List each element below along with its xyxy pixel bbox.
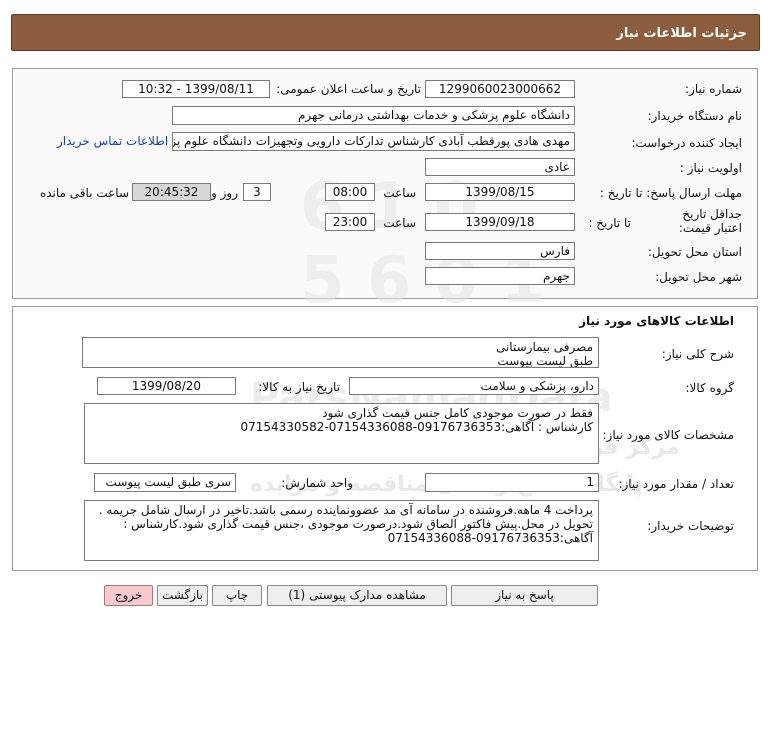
remaining-time-label: ساعت باقی مانده	[39, 186, 129, 200]
reply-button[interactable]: پاسخ به نیاز	[451, 585, 598, 606]
announce-datetime-label: تاریخ و ساعت اعلان عمومی:	[276, 82, 421, 96]
general-desc-line2: طبق لیست پیوست	[497, 354, 593, 368]
goods-group-label: گروه کالا:	[685, 381, 735, 395]
specs-line1: فقط در صورت موجودی کامل جنس قیمت گذاری ش…	[322, 406, 593, 420]
province-field: فارس	[425, 242, 575, 260]
price-validity-label: جداقل تاریخ اعتبار قیمت:	[678, 207, 742, 235]
view-attachments-button[interactable]: مشاهده مدارک پیوستی (1)	[267, 585, 447, 606]
price-validity-date-field: 1399/09/18	[425, 213, 575, 231]
buyer-notes-line2: تحویل در محل.پیش فاکتور الصاق شود.درصورت…	[123, 517, 593, 531]
buyer-notes-line1: پرداخت 4 ماهه.فروشنده در سامانه آی مد عض…	[98, 503, 593, 517]
requester-field: مهدی هادی پورقطب آبادی کارشناس تدارکات د…	[172, 132, 575, 151]
city-field: جهرم	[425, 267, 575, 285]
need-date-field: 1399/08/20	[97, 377, 236, 395]
requester-label: ایجاد کننده درخواست:	[631, 136, 742, 150]
reply-time-field: 08:00	[325, 183, 375, 201]
page-title: جزئیات اطلاعات نیاز	[616, 26, 747, 41]
buyer-org-field: دانشگاه علوم پزشکی و خدمات بهداشتی درمان…	[172, 106, 575, 125]
city-label: شهر محل تحویل:	[655, 270, 742, 284]
priority-field: عادی	[425, 158, 575, 176]
buyer-notes-label: توضیحات خریدار:	[647, 519, 734, 533]
quantity-label: تعداد / مقدار مورد نیاز:	[618, 477, 734, 491]
announce-datetime-field: 1399/08/11 - 10:32	[122, 80, 270, 98]
general-desc-label: شرح کلی نیاز:	[661, 347, 734, 361]
reply-date-field: 1399/08/15	[425, 183, 575, 201]
days-label: روز و	[211, 186, 238, 200]
reply-deadline-label: مهلت ارسال پاسخ: تا تاریخ :	[599, 186, 742, 200]
buyer-org-label: نام دستگاه خریدار:	[647, 109, 743, 123]
province-label: استان محل تحویل:	[647, 245, 742, 259]
goods-group-field: دارو، پزشکی و سلامت	[349, 377, 599, 395]
need-info-panel	[12, 68, 758, 299]
specs-label: مشخصات کالای مورد نیاز:	[602, 428, 734, 442]
page-header: جزئیات اطلاعات نیاز	[11, 14, 760, 51]
quantity-field: 1	[425, 473, 599, 492]
exit-button[interactable]: خروج	[104, 585, 153, 606]
remaining-time-field: 20:45:32	[132, 183, 211, 201]
unit-field: سری طبق لیست پیوست	[94, 473, 236, 492]
need-date-label: تاریخ نیاز به کالا:	[258, 380, 340, 394]
reply-time-label: ساعت	[383, 186, 416, 200]
need-number-field: 1299060023000662	[425, 80, 575, 98]
back-button[interactable]: بازگشت	[157, 585, 208, 606]
goods-section-title: اطلاعات کالاهای مورد نیاز	[579, 314, 734, 328]
remaining-days-field: 3	[243, 183, 271, 201]
general-desc-field: مصرفی بیمارستانی طبق لیست پیوست	[82, 337, 599, 368]
specs-line2: کارشناس : آگاهی:09176736353-07154336088-…	[240, 420, 593, 434]
price-validity-time-label: ساعت	[383, 216, 416, 230]
buyer-contact-link[interactable]: اطلاعات تماس خریدار	[57, 134, 168, 148]
print-button[interactable]: چاپ	[212, 585, 262, 606]
need-number-label: شماره نیاز:	[685, 82, 742, 96]
specs-field: فقط در صورت موجودی کامل جنس قیمت گذاری ش…	[84, 403, 599, 464]
priority-label: اولویت نیاز :	[679, 161, 742, 175]
price-validity-to-label: تا تاریخ :	[588, 216, 631, 230]
price-validity-time-field: 23:00	[325, 213, 375, 231]
buyer-notes-line3: آگاهی:09176736353-07154336088	[387, 531, 593, 545]
buyer-notes-field: پرداخت 4 ماهه.فروشنده در سامانه آی مد عض…	[84, 500, 599, 561]
unit-label: واحد شمارش:	[281, 476, 353, 490]
general-desc-line1: مصرفی بیمارستانی	[495, 340, 593, 354]
